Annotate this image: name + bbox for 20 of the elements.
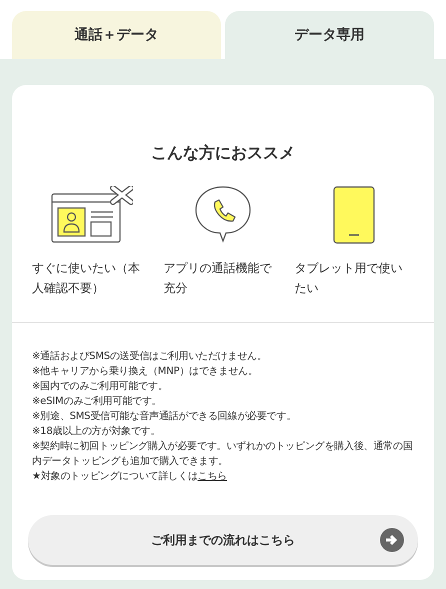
note-text: ※18歳以上の方が対象です。 bbox=[32, 424, 162, 439]
phone-bubble-icon bbox=[192, 185, 253, 245]
tablet-icon bbox=[333, 186, 376, 244]
details-link[interactable]: こちら bbox=[198, 469, 227, 484]
feature-label: アプリの通話機能で充分 bbox=[163, 260, 273, 297]
feature-label: すぐに使いたい（本人確認不要） bbox=[32, 260, 141, 297]
arrow-right-icon bbox=[380, 528, 404, 552]
note-text: ※国内でのみご利用可能です。 bbox=[32, 380, 169, 394]
note-text: ※eSIMのみご利用可能です。 bbox=[32, 394, 162, 409]
note-text: ※契約時に初回トッピング購入が必要です。いずれかのトッピングを購入後、通常の国内データトッピングも追加で購入できます。 bbox=[32, 440, 414, 469]
note-text: ★対象のトッピングについて詳しくは bbox=[32, 470, 198, 484]
feature-label: タブレット用で使いたい bbox=[294, 260, 404, 297]
note-text: ※他キャリアから乗り換え（MNP）はできません。 bbox=[32, 364, 259, 379]
flow-button[interactable]: ご利用までの流れはこちら bbox=[28, 515, 418, 565]
id-card-icon bbox=[50, 186, 133, 244]
tab[interactable]: 通話＋データ bbox=[12, 11, 221, 59]
section-heading: こんな方におススメ bbox=[150, 142, 296, 164]
note-text: ※通話およびSMSの送受信はご利用いただけません。 bbox=[32, 350, 268, 364]
note-text: ※別途、SMS受信可能な音声通話ができる回線が必要です。 bbox=[32, 410, 298, 424]
tab[interactable]: データ専用 bbox=[225, 11, 434, 59]
